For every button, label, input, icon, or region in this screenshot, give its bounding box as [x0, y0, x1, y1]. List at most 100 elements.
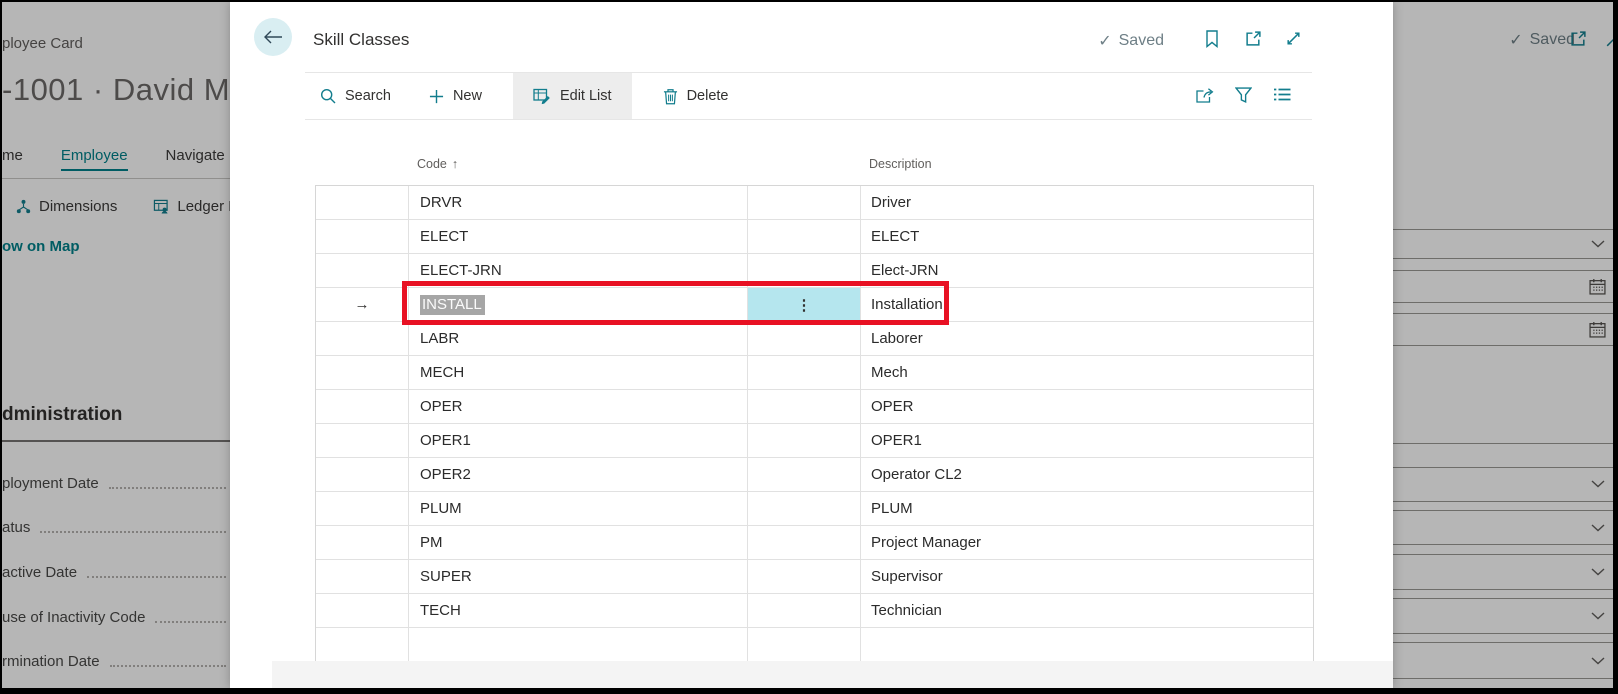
vertical-ellipsis-icon: ⋮ — [797, 296, 812, 314]
row-selector-cell[interactable] — [316, 594, 409, 627]
spacer-cell — [748, 458, 861, 491]
app-viewport: ployee Card -1001 · David M me Employee … — [2, 2, 1613, 688]
expand-icon[interactable] — [1285, 30, 1302, 47]
spacer-cell — [748, 424, 861, 457]
description-cell[interactable]: Driver — [861, 186, 1313, 219]
code-cell[interactable]: OPER2 — [409, 458, 748, 491]
code-header-label: Code — [417, 157, 447, 171]
code-column-header[interactable]: Code ↑ — [417, 157, 458, 171]
dialog-toolbar: Search New Edit List Delete — [305, 73, 743, 119]
description-cell[interactable]: OPER — [861, 390, 1313, 423]
divider — [305, 119, 1312, 120]
description-cell[interactable]: Mech — [861, 356, 1313, 389]
table-row[interactable]: MECH Mech — [316, 356, 1313, 390]
row-selector-cell[interactable] — [316, 458, 409, 491]
spacer-cell — [748, 492, 861, 525]
table-row[interactable]: OPER2 Operator CL2 — [316, 458, 1313, 492]
new-label: New — [453, 88, 482, 104]
filter-icon[interactable] — [1235, 87, 1252, 104]
table-row-selected[interactable]: → INSTALL ⋮ Installation — [316, 288, 1313, 322]
selected-text: INSTALL — [420, 295, 485, 315]
code-cell[interactable]: DRVR — [409, 186, 748, 219]
description-cell[interactable] — [861, 628, 1313, 661]
code-cell[interactable]: LABR — [409, 322, 748, 355]
table-row[interactable]: LABR Laborer — [316, 322, 1313, 356]
open-in-new-icon[interactable] — [1245, 30, 1262, 47]
description-cell[interactable]: PLUM — [861, 492, 1313, 525]
code-cell[interactable] — [409, 628, 748, 661]
row-selector-cell[interactable] — [316, 390, 409, 423]
row-menu-cell[interactable]: ⋮ — [748, 288, 861, 321]
code-cell[interactable]: PM — [409, 526, 748, 559]
status-saved: ✓ Saved — [1098, 31, 1164, 51]
description-cell[interactable]: Project Manager — [861, 526, 1313, 559]
row-selector-cell[interactable] — [316, 492, 409, 525]
code-cell[interactable]: OPER1 — [409, 424, 748, 457]
table-row[interactable]: ELECT ELECT — [316, 220, 1313, 254]
row-selector-cell[interactable] — [316, 254, 409, 287]
table-row[interactable]: ELECT-JRN Elect-JRN — [316, 254, 1313, 288]
employee-card-page: ployee Card -1001 · David M me Employee … — [2, 2, 230, 688]
spacer-cell — [748, 560, 861, 593]
row-selector-cell[interactable] — [316, 220, 409, 253]
new-button[interactable]: New — [414, 73, 497, 119]
row-selector-cell[interactable] — [316, 628, 409, 661]
bookmark-icon[interactable] — [1205, 30, 1222, 47]
description-column-header[interactable]: Description — [869, 157, 932, 171]
table-row[interactable]: OPER1 OPER1 — [316, 424, 1313, 458]
description-cell[interactable]: Laborer — [861, 322, 1313, 355]
description-cell[interactable]: OPER1 — [861, 424, 1313, 457]
back-arrow-icon — [263, 30, 283, 44]
check-icon: ✓ — [1098, 31, 1111, 51]
edit-list-label: Edit List — [560, 88, 612, 104]
table-row[interactable]: SUPER Supervisor — [316, 560, 1313, 594]
back-button[interactable] — [254, 18, 292, 56]
row-selector-cell[interactable] — [316, 322, 409, 355]
skill-classes-table: DRVR Driver ELECT ELECT ELECT-JRN Elect-… — [315, 185, 1314, 662]
code-cell-editing[interactable]: INSTALL — [409, 288, 748, 321]
table-row[interactable]: PLUM PLUM — [316, 492, 1313, 526]
spacer-cell — [748, 594, 861, 627]
row-selector-cell[interactable] — [316, 526, 409, 559]
saved-label: Saved — [1119, 32, 1164, 50]
active-row-arrow: → — [316, 288, 409, 321]
employee-card-right-edge: ✓ Saved — [1391, 2, 1613, 688]
code-cell[interactable]: ELECT-JRN — [409, 254, 748, 287]
row-selector-cell[interactable] — [316, 424, 409, 457]
row-selector-cell[interactable] — [316, 356, 409, 389]
code-cell[interactable]: SUPER — [409, 560, 748, 593]
spacer-cell — [748, 628, 861, 661]
row-selector-cell[interactable] — [316, 186, 409, 219]
description-cell[interactable]: Supervisor — [861, 560, 1313, 593]
skill-classes-dialog: Skill Classes ✓ Saved Search — [230, 2, 1393, 688]
spacer-cell — [748, 526, 861, 559]
table-row[interactable]: PM Project Manager — [316, 526, 1313, 560]
table-row-empty[interactable] — [316, 628, 1313, 661]
table-row[interactable]: OPER OPER — [316, 390, 1313, 424]
share-icon[interactable] — [1195, 87, 1214, 104]
description-cell[interactable]: Installation — [861, 288, 1313, 321]
search-label: Search — [345, 88, 391, 104]
table-row[interactable]: TECH Technician — [316, 594, 1313, 628]
edit-list-button[interactable]: Edit List — [513, 73, 632, 119]
search-icon — [320, 88, 336, 104]
code-cell[interactable]: OPER — [409, 390, 748, 423]
code-cell[interactable]: PLUM — [409, 492, 748, 525]
code-cell[interactable]: MECH — [409, 356, 748, 389]
delete-label: Delete — [687, 88, 729, 104]
code-cell[interactable]: TECH — [409, 594, 748, 627]
table-footer-area — [272, 661, 1393, 688]
edit-list-icon — [533, 87, 551, 105]
description-cell[interactable]: Elect-JRN — [861, 254, 1313, 287]
row-selector-cell[interactable] — [316, 560, 409, 593]
description-cell[interactable]: Technician — [861, 594, 1313, 627]
list-options-icon[interactable] — [1273, 87, 1291, 104]
description-cell[interactable]: ELECT — [861, 220, 1313, 253]
search-button[interactable]: Search — [305, 73, 406, 119]
description-cell[interactable]: Operator CL2 — [861, 458, 1313, 491]
dim-overlay — [1391, 2, 1613, 688]
spacer-cell — [748, 186, 861, 219]
table-row[interactable]: DRVR Driver — [316, 186, 1313, 220]
delete-button[interactable]: Delete — [648, 73, 744, 119]
code-cell[interactable]: ELECT — [409, 220, 748, 253]
